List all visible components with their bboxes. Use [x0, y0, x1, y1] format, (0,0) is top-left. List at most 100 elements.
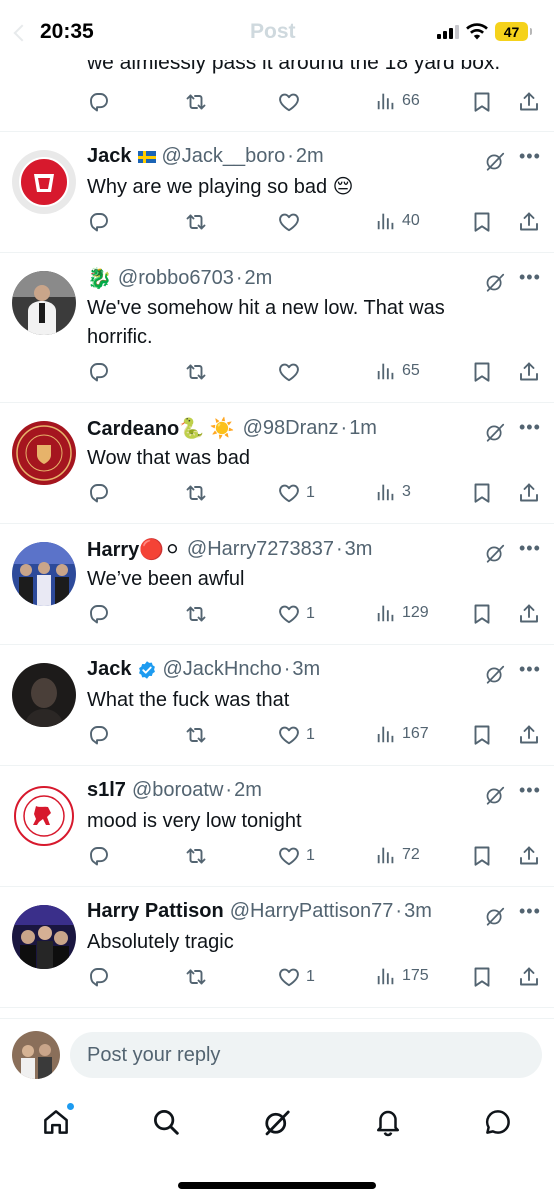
- more-options-icon[interactable]: •••: [519, 146, 541, 167]
- views-button[interactable]: 66: [375, 90, 420, 112]
- display-name[interactable]: Jack: [87, 145, 132, 168]
- like-button[interactable]: [277, 360, 301, 384]
- share-button[interactable]: [517, 844, 541, 868]
- grok-icon[interactable]: [484, 905, 506, 932]
- tweet[interactable]: Harry Pattison @HarryPattison77 · 3m •••…: [0, 887, 554, 1008]
- share-button[interactable]: [517, 481, 541, 505]
- tweet[interactable]: Harry🔴⚪ @Harry7273837 · 3m ••• We’ve bee…: [0, 524, 554, 645]
- retweet-button[interactable]: [184, 723, 208, 747]
- views-button[interactable]: 175: [375, 965, 429, 987]
- bookmark-button[interactable]: [470, 602, 494, 626]
- display-name[interactable]: 🐉: [87, 266, 112, 291]
- retweet-button[interactable]: [184, 844, 208, 868]
- like-button[interactable]: [277, 210, 301, 234]
- handle[interactable]: @Harry7273837: [187, 538, 334, 561]
- more-options-icon[interactable]: •••: [519, 659, 541, 680]
- retweet-button[interactable]: [184, 360, 208, 384]
- display-name[interactable]: Jack: [87, 658, 132, 681]
- bookmark-icon: [470, 90, 494, 114]
- retweet-button[interactable]: [184, 90, 208, 114]
- bookmark-button[interactable]: [470, 723, 494, 747]
- grok-icon[interactable]: [484, 784, 506, 811]
- like-button[interactable]: 1: [277, 602, 315, 626]
- bookmark-button[interactable]: [470, 481, 494, 505]
- handle[interactable]: @JackHncho: [163, 658, 282, 681]
- home-indicator[interactable]: [178, 1182, 376, 1189]
- retweet-button[interactable]: [184, 965, 208, 989]
- grok-icon[interactable]: [484, 663, 506, 690]
- grok-icon[interactable]: [484, 542, 506, 569]
- views-button[interactable]: 129: [375, 602, 429, 624]
- reply-button[interactable]: [87, 90, 111, 114]
- more-options-icon[interactable]: •••: [519, 417, 541, 438]
- like-button[interactable]: 1: [277, 965, 315, 989]
- home-icon[interactable]: [40, 1102, 75, 1138]
- retweet-button[interactable]: [184, 481, 208, 505]
- display-name[interactable]: Harry🔴⚪: [87, 537, 181, 562]
- user-avatar[interactable]: [12, 1031, 60, 1079]
- like-button[interactable]: 1: [277, 723, 315, 747]
- reply-button[interactable]: [87, 481, 111, 505]
- avatar[interactable]: [12, 663, 76, 727]
- grok-nav-icon[interactable]: [261, 1106, 293, 1138]
- share-button[interactable]: [517, 90, 541, 114]
- like-button[interactable]: 1: [277, 844, 315, 868]
- grok-icon[interactable]: [484, 271, 506, 298]
- bookmark-button[interactable]: [470, 210, 494, 234]
- handle[interactable]: @robbo6703: [118, 267, 234, 290]
- avatar[interactable]: [12, 421, 76, 485]
- reply-button[interactable]: [87, 210, 111, 234]
- display-name[interactable]: Cardeano🐍 ☀️: [87, 416, 235, 441]
- like-button[interactable]: 1: [277, 481, 315, 505]
- share-button[interactable]: [517, 602, 541, 626]
- tweet[interactable]: s1l7 @boroatw · 2m ••• mood is very low …: [0, 766, 554, 887]
- views-button[interactable]: 65: [375, 360, 420, 382]
- handle[interactable]: @98Dranz: [243, 417, 339, 440]
- notifications-icon[interactable]: [372, 1106, 404, 1138]
- tweet[interactable]: Jack @Jack__boro · 2m ••• Why are we pla…: [0, 132, 554, 253]
- tweet[interactable]: Jack @JackHncho · 3m ••• What the fuck w…: [0, 645, 554, 766]
- share-button[interactable]: [517, 360, 541, 384]
- reply-button[interactable]: [87, 844, 111, 868]
- tweet[interactable]: Cardeano🐍 ☀️ @98Dranz · 1m ••• Wow that …: [0, 403, 554, 524]
- back-chevron-icon[interactable]: [13, 24, 31, 42]
- reply-button[interactable]: [87, 602, 111, 626]
- grok-icon[interactable]: [484, 150, 506, 177]
- avatar[interactable]: [12, 784, 76, 848]
- reply-input[interactable]: [70, 1032, 542, 1078]
- views-button[interactable]: 167: [375, 723, 429, 745]
- views-button[interactable]: 3: [375, 481, 411, 503]
- more-options-icon[interactable]: •••: [519, 780, 541, 801]
- bookmark-button[interactable]: [470, 90, 494, 114]
- views-button[interactable]: 72: [375, 844, 420, 866]
- share-button[interactable]: [517, 965, 541, 989]
- more-options-icon[interactable]: •••: [519, 267, 541, 288]
- display-name[interactable]: Harry Pattison: [87, 900, 224, 923]
- avatar[interactable]: [12, 542, 76, 606]
- reply-button[interactable]: [87, 723, 111, 747]
- more-options-icon[interactable]: •••: [519, 901, 541, 922]
- retweet-button[interactable]: [184, 602, 208, 626]
- share-button[interactable]: [517, 210, 541, 234]
- reply-button[interactable]: [87, 360, 111, 384]
- grok-icon[interactable]: [484, 421, 506, 448]
- like-button[interactable]: [277, 90, 301, 114]
- avatar[interactable]: [12, 271, 76, 335]
- retweet-button[interactable]: [184, 210, 208, 234]
- avatar[interactable]: [12, 905, 76, 969]
- search-icon[interactable]: [150, 1106, 182, 1138]
- bookmark-button[interactable]: [470, 844, 494, 868]
- display-name[interactable]: s1l7: [87, 779, 126, 802]
- bookmark-button[interactable]: [470, 965, 494, 989]
- views-button[interactable]: 40: [375, 210, 420, 232]
- handle[interactable]: @Jack__boro: [162, 145, 286, 168]
- handle[interactable]: @HarryPattison77: [230, 900, 394, 923]
- more-options-icon[interactable]: •••: [519, 538, 541, 559]
- messages-icon[interactable]: [482, 1106, 514, 1138]
- tweet[interactable]: 🐉 @robbo6703 · 2m ••• We've somehow hit …: [0, 253, 554, 403]
- handle[interactable]: @boroatw: [132, 779, 223, 802]
- bookmark-button[interactable]: [470, 360, 494, 384]
- avatar[interactable]: [12, 150, 76, 214]
- reply-button[interactable]: [87, 965, 111, 989]
- share-button[interactable]: [517, 723, 541, 747]
